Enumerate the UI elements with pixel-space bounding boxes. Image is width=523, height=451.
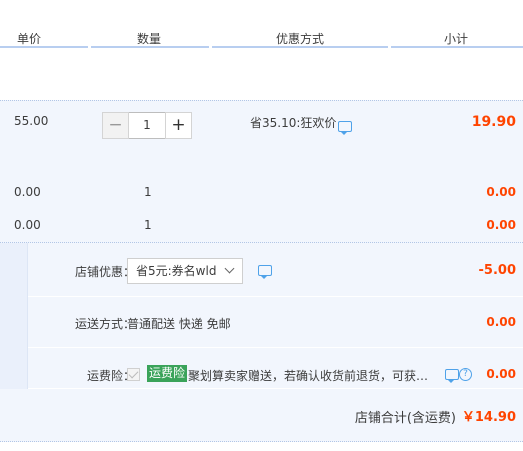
shop-discount-label: 店铺优惠： <box>74 265 135 279</box>
shipping-method: 普通配送 快递 免邮 <box>127 317 231 331</box>
insurance-checkbox[interactable] <box>127 368 140 381</box>
shop-discount-select[interactable]: 省5元:券名wld <box>127 258 243 284</box>
header-quantity: 数量 <box>137 32 162 46</box>
divider <box>0 441 523 442</box>
decrease-quantity-button[interactable]: − <box>102 112 129 139</box>
shipping-row: 运送方式： 普通配送 快递 免邮 0.00 <box>28 297 523 348</box>
header-promotion: 优惠方式 <box>276 32 325 46</box>
shop-discount-row: 店铺优惠： 省5元:券名wld -5.00 <box>28 243 523 297</box>
insurance-description: 聚划算卖家赠送，若确认收货前退货，可获… <box>188 369 429 383</box>
header-divider <box>212 46 388 48</box>
sub-item-quantity: 1 <box>144 185 152 199</box>
item-unit-price: 55.00 <box>14 114 49 128</box>
increase-quantity-button[interactable]: + <box>165 112 192 139</box>
header-subtotal: 小计 <box>444 32 469 46</box>
sub-item-price: 0.00 <box>14 185 41 199</box>
help-icon[interactable]: ? <box>459 368 472 381</box>
header-divider <box>0 46 88 48</box>
header-price: 单价 <box>17 32 42 46</box>
sub-item-price: 0.00 <box>14 218 41 232</box>
cart-item: 55.00 − 1 + 省35.10:狂欢价 19.90 0.00 1 0.00… <box>0 100 523 242</box>
shipping-label: 运送方式： <box>74 317 135 331</box>
item-promotion: 省35.10:狂欢价 <box>250 116 337 130</box>
shop-total-label: 店铺合计(含运费) <box>354 411 456 426</box>
shipping-insurance-row: 运费险： 运费险 聚划算卖家赠送，若确认收货前退货，可获… ? 0.00 <box>28 348 523 389</box>
sub-item-subtotal: 0.00 <box>486 185 516 199</box>
shop-side-panel <box>0 243 28 389</box>
insurance-cost: 0.00 <box>486 367 516 381</box>
shop-summary: 店铺优惠： 省5元:券名wld -5.00 运送方式： 普通配送 快递 免邮 0… <box>0 242 523 442</box>
quantity-stepper: − 1 + <box>102 112 192 139</box>
shop-discount-value: -5.00 <box>478 263 516 278</box>
header-divider <box>391 46 523 48</box>
shop-total-value: ￥14.90 <box>461 410 516 425</box>
shop-discount-selected: 省5元:券名wld <box>136 264 217 278</box>
chevron-down-icon <box>224 263 235 274</box>
shipping-cost: 0.00 <box>486 315 516 329</box>
chat-icon[interactable] <box>445 369 459 383</box>
chat-icon[interactable] <box>258 265 272 279</box>
sub-item-row: 0.00 1 0.00 <box>0 185 523 217</box>
sub-item-subtotal: 0.00 <box>486 218 516 232</box>
chat-icon[interactable] <box>338 121 352 135</box>
sub-item-quantity: 1 <box>144 218 152 232</box>
insurance-badge: 运费险 <box>147 365 188 382</box>
header-divider <box>91 46 209 48</box>
item-subtotal: 19.90 <box>471 114 516 130</box>
table-header: 单价 数量 优惠方式 小计 <box>0 0 523 48</box>
quantity-input[interactable]: 1 <box>129 112 165 139</box>
